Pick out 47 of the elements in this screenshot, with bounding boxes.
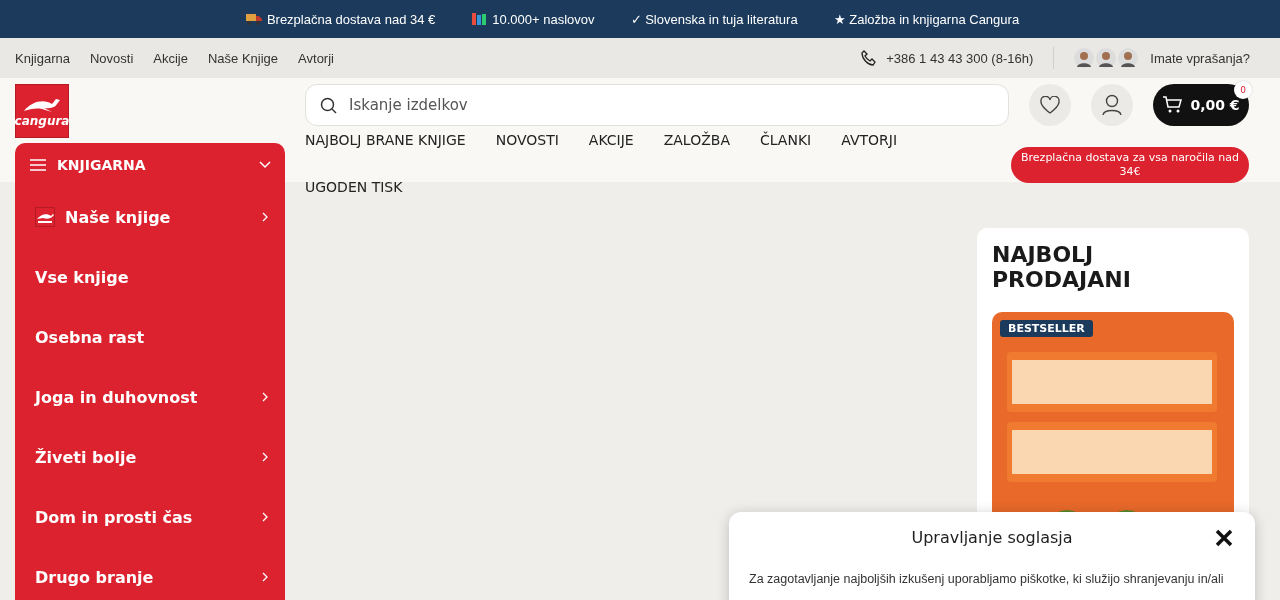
sidebar-item[interactable]: Osebna rast: [15, 307, 285, 367]
sidebar-item[interactable]: Drugo branje: [15, 547, 285, 600]
sidebar-item[interactable]: Vse knjige: [15, 247, 285, 307]
top-nav-link[interactable]: Knjigarna: [15, 50, 70, 66]
menu-icon: [30, 159, 46, 171]
cart-button[interactable]: 0,00 € 0: [1153, 84, 1249, 126]
top-nav-link[interactable]: Avtorji: [298, 50, 334, 66]
bestseller-badge: BESTSELLER: [1000, 320, 1093, 337]
kangaroo-logo-icon: [35, 207, 55, 227]
announcement-text: ✓ Slovenska in tuja literatura: [630, 11, 798, 27]
user-icon: [1102, 94, 1122, 116]
logo-text: cangura: [14, 114, 70, 128]
announcement-text: 10.000+ naslovov: [492, 11, 595, 27]
search-icon: [320, 96, 337, 114]
top-nav-link[interactable]: Naše Knjige: [208, 50, 279, 66]
announcement-text: Brezplačna dostava nad 34 €: [266, 11, 436, 27]
close-icon: [1215, 528, 1233, 547]
search-bar[interactable]: Iskanje izdelkov: [305, 84, 1009, 126]
announcement-text: ★ Založba in knjigarna Cangura: [833, 11, 1020, 27]
logo[interactable]: cangura: [15, 84, 69, 138]
chevron-down-icon: [259, 161, 271, 169]
section-title: NAJBOLJ PRODAJANI: [992, 242, 1132, 292]
heart-icon: [1040, 96, 1060, 114]
avatar-icon: [1074, 48, 1095, 68]
top-nav-link[interactable]: Novosti: [89, 50, 134, 66]
dialog-text: Za zagotavljanje najboljših izkušenj uporabljamo piškotke, ki služijo shranjevanju in/ali: [749, 571, 1225, 588]
avatar-icon: [1096, 48, 1117, 68]
search-input[interactable]: Iskanje izdelkov: [347, 95, 994, 115]
phone-icon: [861, 50, 878, 66]
avatar-icon: [1118, 48, 1139, 68]
sidebar-item[interactable]: Joga in duhovnost: [15, 367, 285, 427]
sidebar-toggle[interactable]: KNJIGARNA: [15, 143, 285, 187]
sidebar-item[interactable]: Naše knjige: [15, 187, 285, 247]
account-button[interactable]: [1091, 84, 1133, 126]
cart-icon: [1162, 96, 1183, 114]
phone-number: +386 1 43 43 300 (8-16h): [886, 50, 1034, 66]
truck-icon: [245, 13, 262, 25]
books-icon: [471, 12, 488, 26]
sidebar-item[interactable]: Živeti bolje: [15, 427, 285, 487]
dialog-title: Upravljanje soglasja: [911, 528, 1073, 547]
free-shipping-banner: Brezplačna dostava za vsa naročila nad 34€: [1011, 147, 1249, 183]
cart-count-badge: 0: [1234, 81, 1252, 99]
help-link[interactable]: Imate vprašanja?: [1150, 50, 1250, 66]
sidebar-item[interactable]: Dom in prosti čas: [15, 487, 285, 547]
wishlist-button[interactable]: [1029, 84, 1071, 126]
main-menu-link[interactable]: UGODEN TISK: [305, 164, 403, 211]
top-nav-link[interactable]: Akcije: [153, 50, 188, 66]
